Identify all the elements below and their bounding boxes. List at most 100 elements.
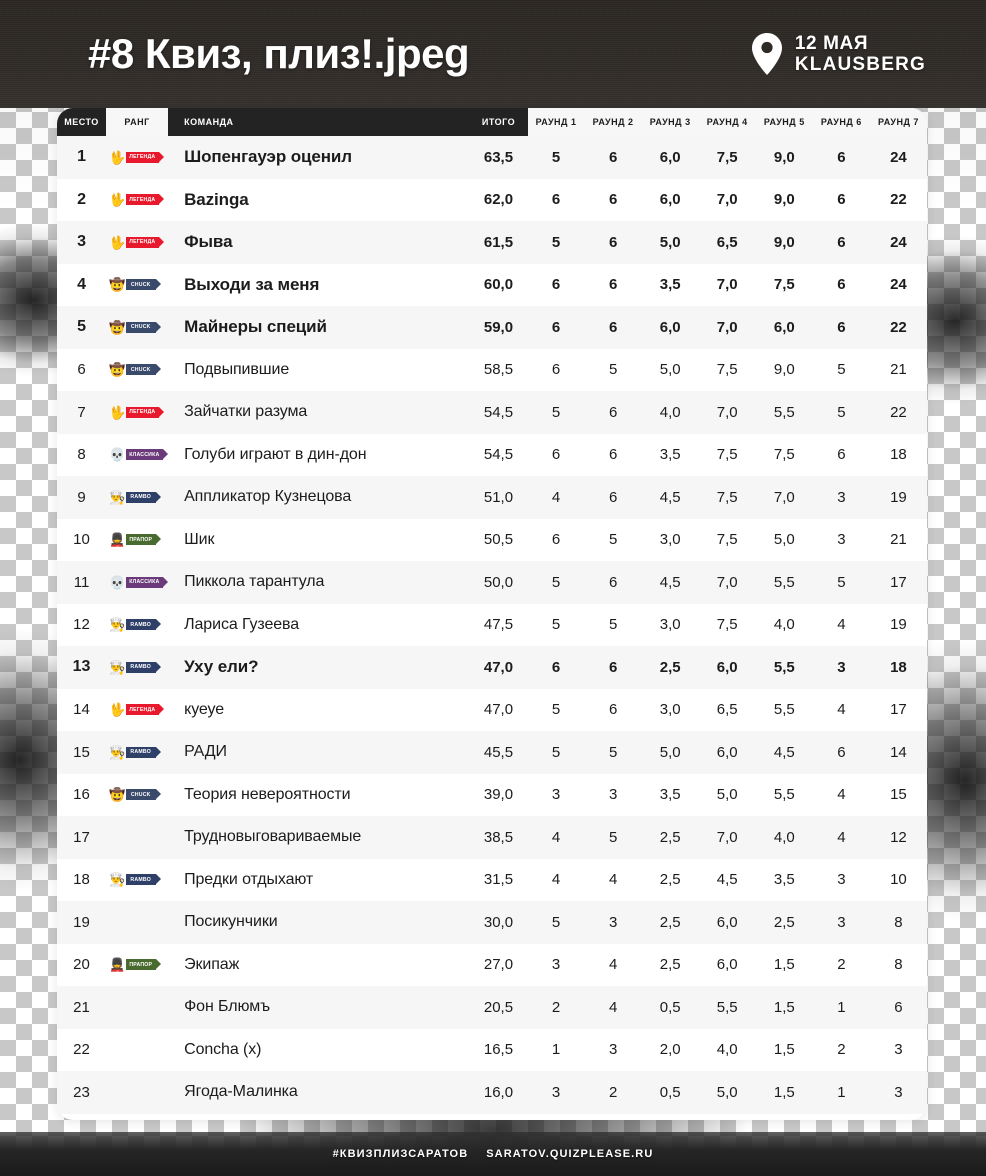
cell-round-2: 5 bbox=[584, 816, 642, 859]
page-footer: #КВИЗПЛИЗСАРАТОВ SARATOV.QUIZPLEASE.RU bbox=[0, 1132, 986, 1176]
column-header-round-7[interactable]: РАУНД 7 bbox=[869, 108, 927, 136]
cell-round-3: 4,5 bbox=[641, 561, 699, 604]
rank-badge: 🖖 ЛЕГЕНДА bbox=[106, 391, 168, 434]
cell-rank bbox=[106, 816, 169, 859]
cell-round-5: 4,0 bbox=[755, 816, 813, 859]
cell-team-name: Ягода-Малинка bbox=[168, 1071, 470, 1114]
cell-place: 18 bbox=[57, 858, 107, 901]
column-header-team[interactable]: КОМАНДА bbox=[168, 108, 470, 136]
column-header-round-5[interactable]: РАУНД 5 bbox=[755, 108, 813, 136]
rank-badge-pill: RAMBO bbox=[126, 874, 162, 886]
rank-emoji-icon: 👨‍🍳 bbox=[109, 872, 126, 888]
cell-round-7: 19 bbox=[869, 476, 927, 519]
table-row[interactable]: 17 Трудновыговариваемые 38,5 4 5 2,5 7,0 4,0 4 12 bbox=[57, 816, 927, 859]
table-row[interactable]: 14 🖖 ЛЕГЕНДА куеуе 47,0 5 6 3,0 6,5 5,5 4 17 bbox=[57, 688, 927, 731]
table-row[interactable]: 16 🤠 CHUCK Теория невероятности 39,0 3 3 3,5 5,0… bbox=[57, 773, 927, 816]
cell-round-4: 7,5 bbox=[698, 518, 756, 561]
rank-badge-label: RAMBO bbox=[130, 621, 152, 628]
cell-round-6: 6 bbox=[812, 433, 870, 476]
cell-round-1: 4 bbox=[527, 816, 585, 859]
table-row[interactable]: 19 Посикунчики 30,0 5 3 2,5 6,0 2,5 3 8 bbox=[57, 901, 927, 944]
table-row[interactable]: 15 👨‍🍳 RAMBO РАДИ 45,5 5 5 5,0 6,0 4,5 6 14 bbox=[57, 731, 927, 774]
table-row[interactable]: 21 Фон Блюмъ 20,5 2 4 0,5 5,5 1,5 1 6 bbox=[57, 986, 927, 1029]
column-header-round-4[interactable]: РАУНД 4 bbox=[698, 108, 756, 136]
cell-rank: 💀 КЛАССИКА bbox=[106, 433, 169, 476]
column-header-round-3[interactable]: РАУНД 3 bbox=[641, 108, 699, 136]
cell-round-1: 6 bbox=[527, 646, 585, 689]
rank-badge: 🖖 ЛЕГЕНДА bbox=[106, 136, 168, 179]
cell-rank: 👨‍🍳 RAMBO bbox=[106, 476, 169, 519]
cell-team-name: куеуе bbox=[168, 688, 470, 731]
cell-place: 2 bbox=[57, 178, 107, 221]
cell-rank: 🖖 ЛЕГЕНДА bbox=[106, 136, 169, 179]
table-row[interactable]: 9 👨‍🍳 RAMBO Аппликатор Кузнецова 51,0 4 6 4,5 7,… bbox=[57, 476, 927, 519]
cell-place: 7 bbox=[57, 391, 107, 434]
cell-total: 60,0 bbox=[469, 263, 528, 306]
cell-round-4: 7,0 bbox=[698, 263, 756, 306]
rank-badge-pill: RAMBO bbox=[126, 619, 162, 631]
column-header-total[interactable]: ИТОГО bbox=[469, 108, 528, 136]
cell-round-2: 6 bbox=[584, 221, 642, 264]
cell-round-3: 3,0 bbox=[641, 688, 699, 731]
table-row[interactable]: 12 👨‍🍳 RAMBO Лариса Гузеева 47,5 5 5 3,0 7,5 4,0 4… bbox=[57, 603, 927, 646]
table-row[interactable]: 4 🤠 CHUCK Выходи за меня 60,0 6 6 3,5 7,0 7,5 6 24 bbox=[57, 263, 927, 307]
rank-badge: 🤠 CHUCK bbox=[106, 349, 168, 392]
table-row[interactable]: 6 🤠 CHUCK Подвыпившие 58,5 6 5 5,0 7,5 9,0 5 21 bbox=[57, 348, 927, 392]
table-row[interactable]: 5 🤠 CHUCK Майнеры специй 59,0 6 6 6,0 7,0 6,0 6 22 bbox=[57, 306, 927, 349]
rank-badge-label: RAMBO bbox=[130, 664, 152, 671]
cell-round-1: 6 bbox=[527, 433, 585, 476]
cell-place: 19 bbox=[57, 901, 107, 944]
cell-rank: 💂 ПРАПОР bbox=[106, 943, 169, 986]
table-row[interactable]: 3 🖖 ЛЕГЕНДА Фыва 61,5 5 6 5,0 6,5 9,0 6 24 bbox=[57, 221, 927, 264]
cell-round-5: 9,0 bbox=[755, 348, 813, 391]
cell-round-3: 0,5 bbox=[641, 986, 699, 1029]
table-row[interactable]: 18 👨‍🍳 RAMBO Предки отдыхают 31,5 4 4 2,5 4,5 3,5… bbox=[57, 858, 927, 901]
table-row[interactable]: 20 💂 ПРАПОР Экипаж 27,0 3 4 2,5 6,0 1,5 2 8 bbox=[57, 943, 927, 986]
cell-round-2: 4 bbox=[584, 858, 642, 901]
table-header: МЕСТО РАНГ КОМАНДА ИТОГО РАУНД 1 РАУНД 2 РАУНД… bbox=[57, 108, 927, 136]
table-row[interactable]: 13 👨‍🍳 RAMBO Уху ели? 47,0 6 6 2,5 6,0 5,5 3 18 bbox=[57, 646, 927, 689]
table-row[interactable]: 8 💀 КЛАССИКА Голуби играют в дин-дон 54,5 6 6 3… bbox=[57, 433, 927, 476]
cell-team-name: Уху ели? bbox=[168, 646, 470, 689]
table-row[interactable]: 2 🖖 ЛЕГЕНДА Bazinga 62,0 6 6 6,0 7,0 9,0 6 22 bbox=[57, 178, 927, 221]
rank-badge-label: RAMBO bbox=[130, 749, 152, 756]
rank-badge: 💂 ПРАПОР bbox=[106, 519, 168, 562]
cell-round-1: 5 bbox=[527, 561, 585, 604]
table-row[interactable]: 23 Ягода-Малинка 16,0 3 2 0,5 5,0 1,5 1 3 bbox=[57, 1071, 927, 1114]
cell-round-3: 2,5 bbox=[641, 816, 699, 859]
rank-badge: 🤠 CHUCK bbox=[106, 264, 168, 307]
venue-name: KLAUSBERG bbox=[794, 54, 926, 75]
rank-badge-pill: CHUCK bbox=[126, 364, 162, 376]
table-row[interactable]: 10 💂 ПРАПОР Шик 50,5 6 5 3,0 7,5 5,0 3 21 bbox=[57, 518, 927, 562]
cell-round-1: 4 bbox=[527, 858, 585, 901]
rank-badge-pill: RAMBO bbox=[126, 661, 162, 673]
cell-team-name: Выходи за меня bbox=[168, 263, 470, 306]
column-header-rank[interactable]: РАНГ bbox=[106, 108, 169, 136]
cell-round-4: 5,0 bbox=[698, 773, 756, 816]
cell-round-4: 7,5 bbox=[698, 433, 756, 476]
cell-round-2: 4 bbox=[584, 986, 642, 1029]
table-row[interactable]: 1 🖖 ЛЕГЕНДА Шопенгауэр оценил 63,5 5 6 6,0 7,5 9,… bbox=[57, 136, 927, 179]
cell-total: 58,5 bbox=[469, 348, 528, 391]
column-header-place[interactable]: МЕСТО bbox=[57, 108, 107, 136]
table-row[interactable]: 22 Concha (x) 16,5 1 3 2,0 4,0 1,5 2 3 bbox=[57, 1028, 927, 1071]
column-header-round-2[interactable]: РАУНД 2 bbox=[584, 108, 642, 136]
cell-round-6: 6 bbox=[812, 136, 870, 179]
rank-badge-label: CHUCK bbox=[130, 324, 151, 331]
cell-total: 39,0 bbox=[469, 773, 528, 816]
cell-round-6: 3 bbox=[812, 858, 870, 901]
cell-round-5: 1,5 bbox=[755, 1028, 813, 1071]
cell-round-5: 5,5 bbox=[755, 561, 813, 604]
cell-round-3: 3,5 bbox=[641, 773, 699, 816]
cell-place: 23 bbox=[57, 1071, 107, 1114]
cell-round-4: 4,5 bbox=[698, 858, 756, 901]
page-header: #8 Квиз, плиз!.jpeg 12 МАЯ KLAUSBERG bbox=[0, 0, 986, 108]
table-row[interactable]: 11 💀 КЛАССИКА Пиккола тарантула 50,0 5 6 4,5 7,0… bbox=[57, 561, 927, 604]
column-header-round-6[interactable]: РАУНД 6 bbox=[812, 108, 870, 136]
rank-badge-label: CHUCK bbox=[130, 791, 151, 798]
cell-total: 20,5 bbox=[469, 986, 528, 1029]
column-header-round-1[interactable]: РАУНД 1 bbox=[527, 108, 585, 136]
table-row[interactable]: 7 🖖 ЛЕГЕНДА Зайчатки разума 54,5 5 6 4,0 7,0 5,5 5… bbox=[57, 391, 927, 434]
cell-round-2: 6 bbox=[584, 263, 642, 306]
cell-round-3: 2,0 bbox=[641, 1028, 699, 1071]
